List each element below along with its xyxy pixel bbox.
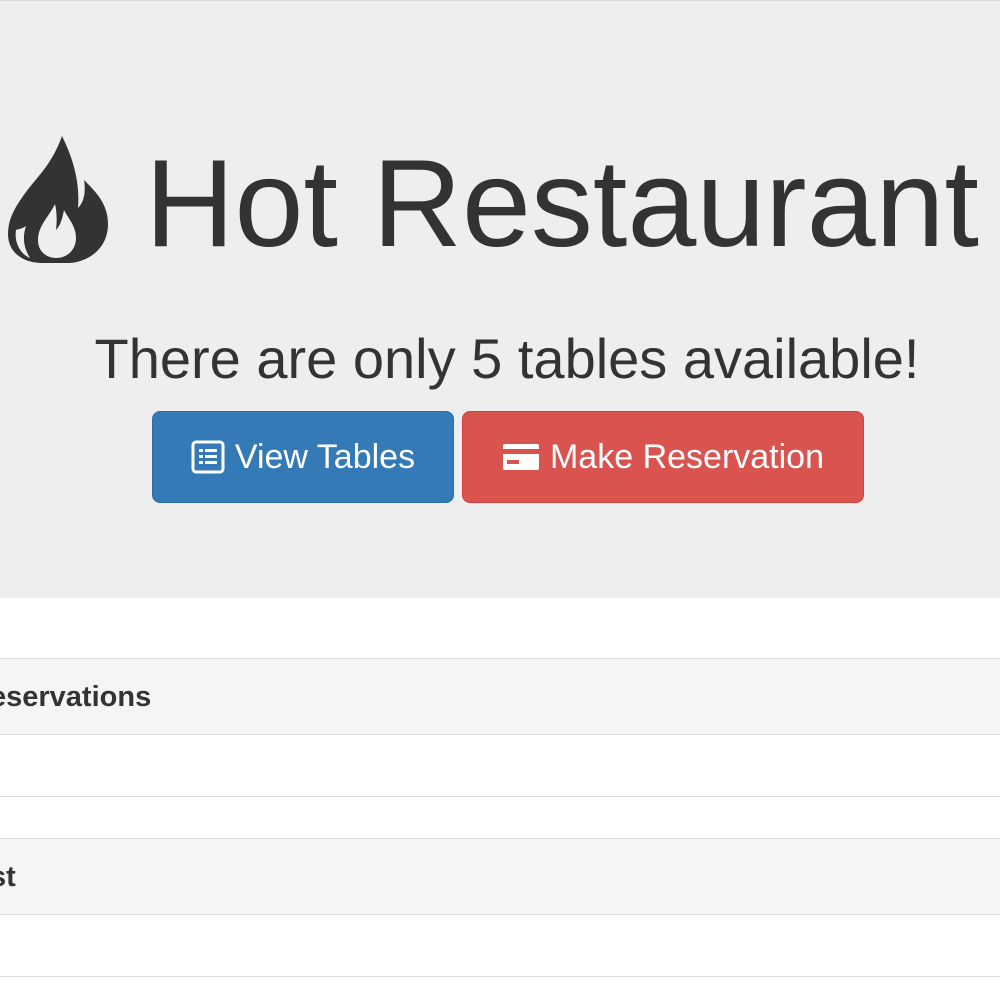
make-reservation-button[interactable]: Make Reservation	[462, 411, 864, 503]
reservations-panel: eservations	[0, 658, 1000, 797]
view-tables-button[interactable]: View Tables	[152, 411, 454, 503]
tables-available-subtitle: There are only 5 tables available!	[94, 327, 920, 390]
waitlist-panel: st	[0, 838, 1000, 977]
panel-heading-text: st	[0, 861, 16, 893]
panel-body	[0, 735, 1000, 796]
credit-card-icon	[502, 444, 539, 470]
panel-body	[0, 915, 1000, 976]
panel-heading: st	[0, 839, 1000, 915]
make-reservation-label: Make Reservation	[549, 438, 824, 476]
list-alt-icon	[191, 440, 225, 474]
jumbotron: Hot Restaurant There are only 5 tables a…	[0, 0, 1000, 598]
view-tables-label: View Tables	[234, 438, 416, 476]
title-text: Hot Restaurant	[145, 135, 979, 273]
panel-heading: eservations	[0, 659, 1000, 735]
page-title: Hot Restaurant	[0, 129, 1000, 279]
panel-heading-text: eservations	[0, 681, 152, 713]
